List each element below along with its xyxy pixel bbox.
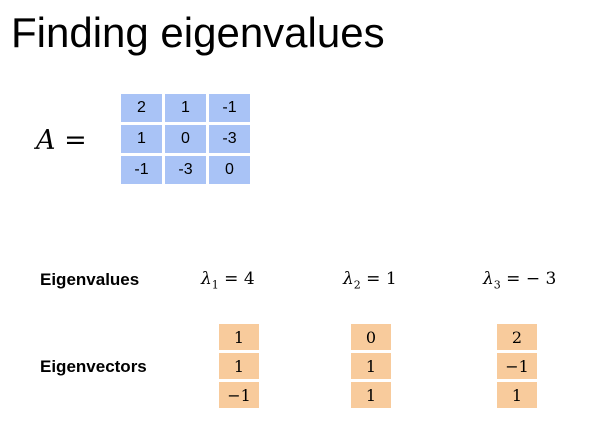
eigenvalue-3-subscript: 3 <box>493 278 501 292</box>
eigenvector-2-entry-3: 1 <box>351 382 391 408</box>
eigenvectors-label: Eigenvectors <box>40 357 147 376</box>
matrix-cell-r3c1: -1 <box>121 156 162 184</box>
eigenvalue-1-subscript: 1 <box>211 278 219 292</box>
eigenvector-3-entry-1: 2 <box>497 324 537 350</box>
eigenvector-1-entry-2: 1 <box>219 353 259 379</box>
eigenvector-1: 1 1 −1 <box>219 324 259 408</box>
eigenvector-3-entry-3: 1 <box>497 382 537 408</box>
eigenvalue-3-symbol: λ <box>483 269 494 289</box>
eigenvalue-1-symbol: λ <box>201 269 212 289</box>
eigenvalue-1-value: = 4 <box>218 269 255 289</box>
eigenvalue-1: λ1 = 4 <box>201 269 255 291</box>
matrix-cell-r2c1: 1 <box>121 125 162 153</box>
eigenvalue-2: λ2 = 1 <box>343 269 397 291</box>
matrix-cell-r1c3: -1 <box>209 94 250 122</box>
eigenvector-3-entry-2: −1 <box>497 353 537 379</box>
eigenvector-3: 2 −1 1 <box>497 324 537 408</box>
eigenvector-2-entry-2: 1 <box>351 353 391 379</box>
eigenvector-2-entry-1: 0 <box>351 324 391 350</box>
matrix-equals-sign: = <box>64 125 87 156</box>
matrix-cell-r3c3: 0 <box>209 156 250 184</box>
eigenvalue-2-value: = 1 <box>360 269 397 289</box>
eigenvalue-2-symbol: λ <box>343 269 354 289</box>
matrix-a-grid: 2 1 -1 1 0 -3 -1 -3 0 <box>121 94 250 184</box>
eigenvalue-3-value: = − 3 <box>500 269 557 289</box>
matrix-cell-r1c2: 1 <box>165 94 206 122</box>
matrix-cell-r1c1: 2 <box>121 94 162 122</box>
eigenvector-1-entry-1: 1 <box>219 324 259 350</box>
matrix-equation-label: A = <box>36 125 87 156</box>
matrix-name: A <box>36 125 56 156</box>
eigenvector-1-entry-3: −1 <box>219 382 259 408</box>
matrix-cell-r2c2: 0 <box>165 125 206 153</box>
matrix-cell-r3c2: -3 <box>165 156 206 184</box>
eigenvector-2: 0 1 1 <box>351 324 391 408</box>
eigenvalue-2-subscript: 2 <box>353 278 361 292</box>
eigenvalues-label: Eigenvalues <box>40 270 140 289</box>
matrix-cell-r2c3: -3 <box>209 125 250 153</box>
slide-title: Finding eigenvalues <box>11 9 385 56</box>
eigenvalue-3: λ3 = − 3 <box>483 269 556 291</box>
